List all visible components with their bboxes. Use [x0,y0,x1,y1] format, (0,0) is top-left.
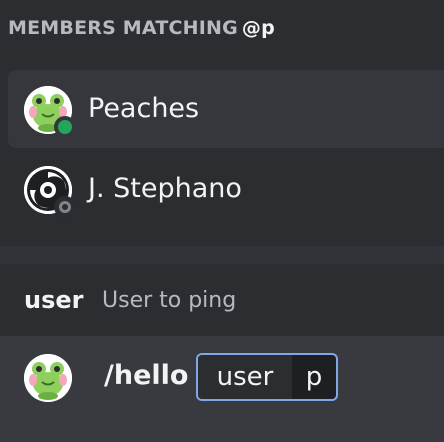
offline-status-icon [54,196,76,218]
option-value[interactable]: p [292,355,336,399]
frog-avatar-icon [24,354,72,402]
header-query: @p [241,17,275,39]
command-input-bottom [0,422,444,442]
member-name: J. Stephano [88,173,242,204]
member-avatar [24,86,76,138]
command-input[interactable]: /hello user p [0,336,444,422]
option-chip-user[interactable]: user p [196,353,338,401]
option-label: user [198,355,292,399]
section-gap [0,246,444,264]
parameter-hint: user User to ping [0,264,444,336]
command-name: /hello [104,360,189,391]
member-item-peaches[interactable]: Peaches [8,70,444,148]
header-title: MEMBERS MATCHING @p [8,17,275,39]
member-item-j-stephano[interactable]: J. Stephano [8,150,444,228]
online-status-icon [54,116,76,138]
member-name: Peaches [88,93,200,124]
parameter-description: User to ping [102,288,237,313]
header-prefix: MEMBERS MATCHING [8,17,238,39]
member-avatar [24,166,76,218]
autocomplete-header: MEMBERS MATCHING @p [0,0,444,62]
parameter-name: user [24,286,84,314]
member-list: Peaches J. Stephano [0,62,444,246]
